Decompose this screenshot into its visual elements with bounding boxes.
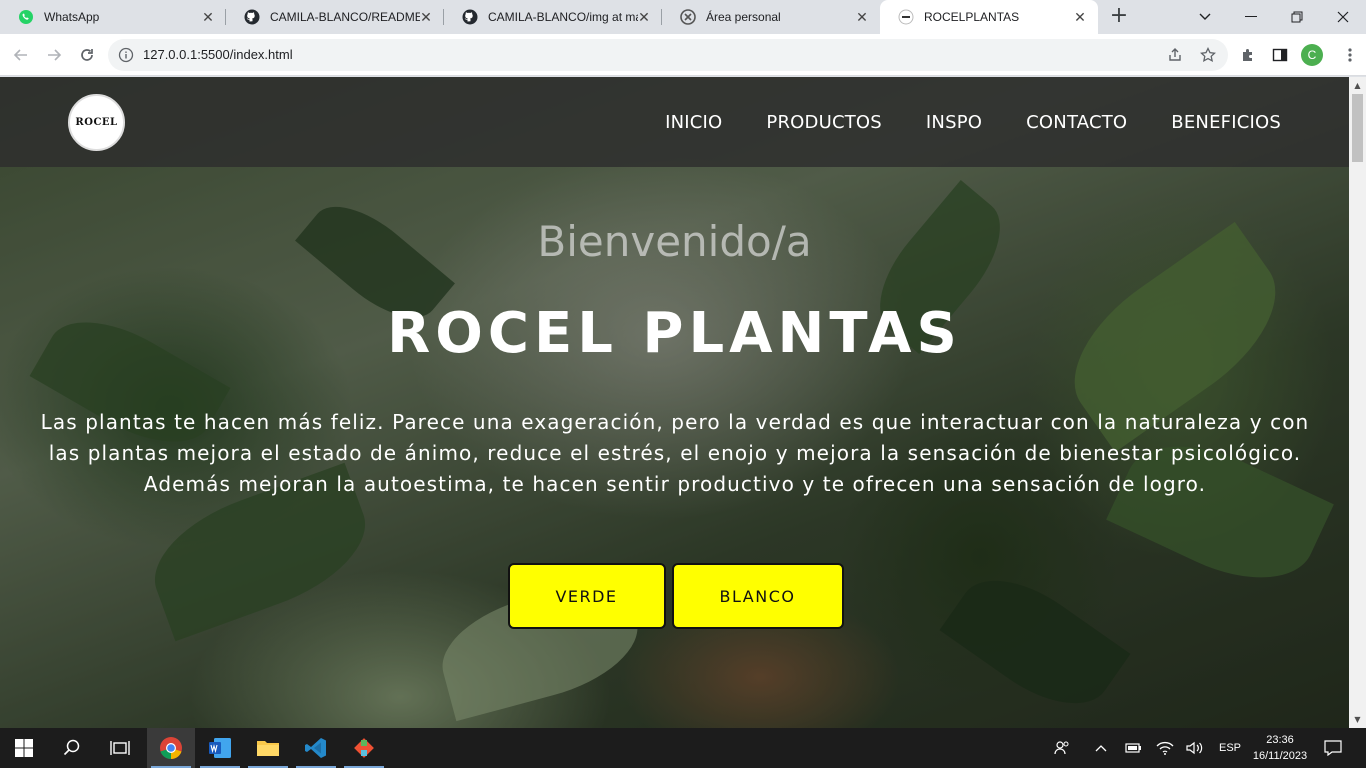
scroll-up-arrow-icon[interactable]: ▲ — [1349, 77, 1366, 94]
browser-menu-icon[interactable] — [1338, 43, 1362, 67]
tab-search-icon[interactable] — [1182, 0, 1228, 34]
close-tab-icon[interactable]: ✕ — [636, 9, 652, 25]
git-icon — [354, 738, 374, 758]
verde-button[interactable]: VERDE — [507, 563, 666, 629]
nav-link-inicio[interactable]: INICIO — [665, 112, 722, 133]
restore-button[interactable] — [1274, 0, 1320, 34]
whatsapp-icon — [18, 9, 34, 25]
forward-button[interactable] — [42, 43, 66, 67]
hero-overlay — [0, 77, 1349, 728]
blanco-button[interactable]: BLANCO — [671, 563, 844, 629]
task-view-button[interactable] — [96, 728, 144, 768]
extensions-icon[interactable] — [1236, 43, 1260, 67]
windows-logo-icon — [15, 739, 33, 757]
share-icon[interactable] — [1167, 47, 1183, 63]
clock-date: 16/11/2023 — [1252, 750, 1308, 762]
input-language[interactable]: ESP — [1214, 728, 1246, 768]
tab-title: Área personal — [706, 10, 781, 24]
tab-strip: WhatsApp ✕ CAMILA-BLANCO/README.md ✕ CAM… — [0, 0, 1366, 34]
close-tab-icon[interactable]: ✕ — [418, 9, 434, 25]
clock-time: 23:36 — [1266, 734, 1294, 746]
nav-link-productos[interactable]: PRODUCTOS — [766, 112, 882, 133]
scroll-down-arrow-icon[interactable]: ▼ — [1349, 711, 1366, 728]
site-info-icon[interactable] — [118, 47, 134, 63]
nav-link-inspo[interactable]: INSPO — [926, 112, 982, 133]
nav-link-beneficios[interactable]: BENEFICIOS — [1171, 112, 1281, 133]
bookmark-star-icon[interactable] — [1200, 46, 1216, 63]
word-icon — [209, 738, 231, 758]
show-hidden-icons-chevron-icon[interactable] — [1090, 728, 1112, 768]
volume-icon[interactable] — [1184, 728, 1206, 768]
folder-icon — [257, 741, 279, 756]
page-scrollbar[interactable]: ▲ ▼ — [1349, 77, 1366, 728]
search-button[interactable] — [48, 728, 96, 768]
new-tab-button[interactable]: + — [1108, 5, 1130, 28]
scrollbar-thumb[interactable] — [1352, 94, 1363, 162]
tab-whatsapp[interactable]: WhatsApp ✕ — [0, 0, 226, 34]
taskbar-git[interactable] — [340, 728, 388, 768]
moodle-icon — [680, 9, 696, 25]
task-view-icon — [110, 741, 130, 755]
nav-link-contacto[interactable]: CONTACTO — [1026, 112, 1127, 133]
search-icon — [63, 739, 80, 756]
close-tab-icon[interactable]: ✕ — [1072, 9, 1088, 25]
side-panel-icon[interactable] — [1268, 43, 1292, 67]
tab-rocelplantas[interactable]: ROCELPLANTAS ✕ — [880, 0, 1098, 34]
tab-area-personal[interactable]: Área personal ✕ — [662, 0, 880, 34]
tab-title: ROCELPLANTAS — [924, 10, 1020, 24]
chrome-icon — [160, 737, 182, 760]
brand-title: ROCEL PLANTAS — [387, 301, 962, 366]
taskbar-chrome[interactable] — [147, 728, 195, 768]
close-tab-icon[interactable]: ✕ — [200, 9, 216, 25]
close-tab-icon[interactable]: ✕ — [854, 9, 870, 25]
taskbar-clock[interactable]: 23:36 16/11/2023 — [1246, 732, 1314, 764]
wifi-icon[interactable] — [1154, 728, 1176, 768]
start-button[interactable] — [0, 728, 48, 768]
back-button[interactable] — [9, 43, 33, 67]
tab-title: WhatsApp — [44, 10, 100, 24]
windows-taskbar: ESP 23:36 16/11/2023 — [0, 728, 1366, 768]
github-icon — [462, 9, 478, 25]
vscode-icon — [305, 738, 326, 758]
rocel-favicon — [898, 9, 914, 25]
battery-icon[interactable] — [1122, 728, 1144, 768]
tab-title: CAMILA-BLANCO/README.md — [270, 10, 420, 24]
hero-buttons: VERDE BLANCO — [0, 563, 1349, 629]
tab-readme[interactable]: CAMILA-BLANCO/README.md ✕ — [226, 0, 444, 34]
url-text: 127.0.0.1:5500/index.html — [143, 47, 293, 62]
page-viewport: ROCEL INICIO PRODUCTOS INSPO CONTACTO BE… — [0, 77, 1349, 728]
profile-avatar[interactable]: C — [1301, 44, 1323, 66]
github-icon — [244, 9, 260, 25]
tab-title: CAMILA-BLANCO/img at main — [488, 10, 638, 24]
hero-description: Las plantas te hacen más feliz. Parece u… — [40, 410, 1310, 496]
main-nav: INICIO PRODUCTOS INSPO CONTACTO BENEFICI… — [665, 77, 1281, 167]
reload-button[interactable] — [75, 43, 99, 67]
site-logo[interactable]: ROCEL — [68, 94, 125, 151]
browser-toolbar: 127.0.0.1:5500/index.html C — [0, 34, 1366, 76]
welcome-heading: Bienvenido/a — [537, 217, 812, 266]
people-icon[interactable] — [1050, 728, 1074, 768]
taskbar-file-explorer[interactable] — [244, 728, 292, 768]
minimize-button[interactable] — [1228, 0, 1274, 34]
tab-img[interactable]: CAMILA-BLANCO/img at main ✕ — [444, 0, 662, 34]
notifications-icon[interactable] — [1318, 728, 1348, 768]
address-bar[interactable]: 127.0.0.1:5500/index.html — [108, 39, 1228, 71]
close-window-button[interactable] — [1320, 0, 1366, 34]
taskbar-vscode[interactable] — [292, 728, 340, 768]
logo-text: ROCEL — [75, 117, 118, 128]
site-navbar: ROCEL INICIO PRODUCTOS INSPO CONTACTO BE… — [0, 77, 1349, 167]
taskbar-word[interactable] — [196, 728, 244, 768]
